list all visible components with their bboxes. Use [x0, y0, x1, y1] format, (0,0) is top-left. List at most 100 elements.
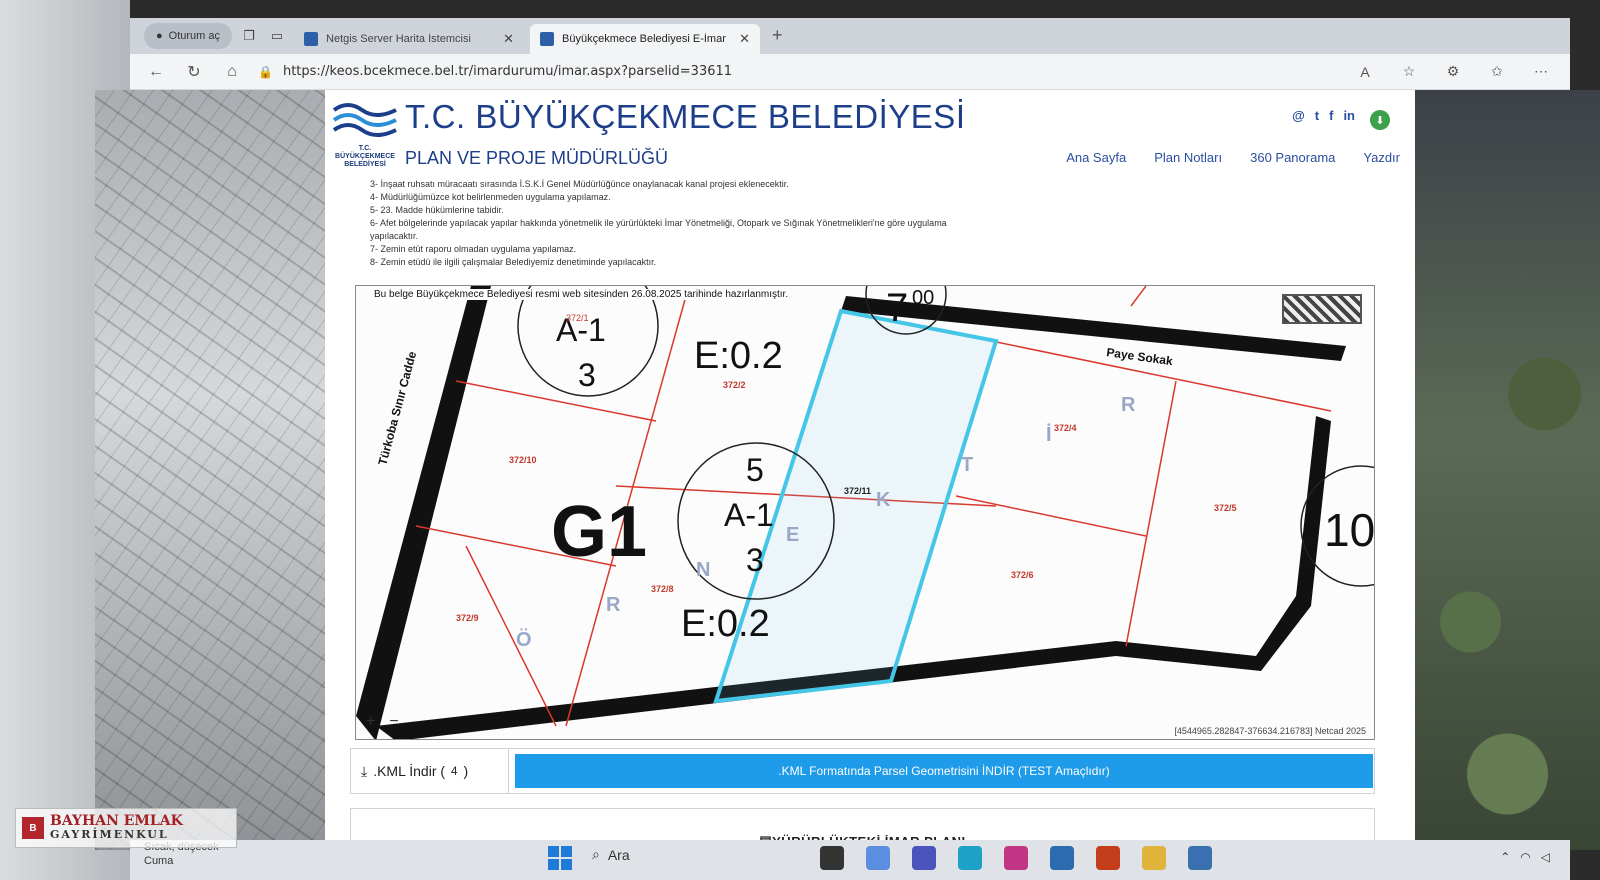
note-item: 5- 23. Madde hükümlerine tabidir. [370, 205, 504, 215]
agency-line1: BAYHAN EMLAK [50, 813, 183, 829]
favorites-icon[interactable]: ✩ [1482, 63, 1512, 80]
linkedin-icon[interactable]: in [1343, 108, 1355, 123]
lock-icon: 🔒 [258, 64, 273, 79]
edge-icon[interactable] [958, 846, 982, 870]
map-thumbnail[interactable] [1282, 294, 1362, 324]
chevron-up-icon[interactable]: ⌃ [1500, 850, 1510, 864]
task-view-icon[interactable] [820, 846, 844, 870]
favorite-star-icon[interactable]: ☆ [1394, 63, 1424, 80]
road-left [356, 286, 491, 739]
site-title: T.C. BÜYÜKÇEKMECE BELEDİYESİ [405, 98, 966, 135]
tab-actions-icon[interactable]: ▭ [266, 23, 288, 49]
eimar-favicon-icon [540, 32, 555, 46]
page: T.C. BÜYÜKÇEKMECE BELEDİYESİ T.C. BÜYÜKÇ… [325, 90, 1415, 850]
map-drawing: Türkoba Sınır Cadde Paye Sokak G1 A-1 3 … [356, 286, 1375, 739]
tab-netgis[interactable]: Netgis Server Harita İstemcisi ✕ [294, 24, 524, 54]
background-art-left [95, 90, 325, 850]
notepad-icon[interactable] [1188, 846, 1212, 870]
agency-logo-icon: B [22, 817, 44, 839]
teams-icon[interactable] [912, 846, 936, 870]
extensions-icon[interactable]: ⚙ [1438, 63, 1468, 80]
note-item: 3- İnşaat ruhsatı müracaatı sırasında İ.… [370, 179, 789, 189]
height-label: 7 [886, 286, 908, 330]
powerpoint-icon[interactable] [1096, 846, 1120, 870]
kml-download-button[interactable]: .KML Formatında Parsel Geometrisini İNDİ… [515, 754, 1373, 788]
street-letter: R [606, 594, 621, 616]
height-sup: 00 [912, 287, 934, 309]
nav-360-panorama[interactable]: 360 Panorama [1250, 150, 1335, 165]
store-icon[interactable] [1050, 846, 1074, 870]
volume-icon[interactable]: ◁ [1541, 850, 1550, 864]
copilot-icon[interactable] [866, 846, 890, 870]
taskbar: Sıcak, düşecek Cuma ⌕ Ara ⌃ ◠ ◁ [130, 840, 1570, 880]
note-item: 4- Müdürlüğümüzce kot belirlenmeden uygu… [370, 192, 611, 202]
plan-notes-list: 3- İnşaat ruhsatı müracaatı sırasında İ.… [370, 178, 990, 269]
more-icon[interactable]: ⋯ [1526, 63, 1556, 80]
map-caption: Bu belge Büyükçekmece Belediyesi resmi w… [374, 289, 789, 300]
zoom-out-button[interactable]: − [389, 713, 398, 731]
profile-button[interactable]: ● Oturum aç [144, 23, 233, 49]
agency-line2: GAYRİMENKUL [50, 828, 169, 841]
file-explorer-icon[interactable] [1142, 846, 1166, 870]
taskbar-apps [820, 846, 1212, 870]
instagram-app-icon[interactable] [1004, 846, 1028, 870]
parcel-label: 372/11 [844, 486, 871, 496]
e-coefficient-label: E:0.2 [694, 335, 783, 377]
street-top-label: Paye Sokak [1106, 345, 1174, 368]
street-letter: Ö [516, 628, 532, 651]
twitter-icon[interactable]: t [1315, 108, 1319, 123]
municipality-logo[interactable]: T.C. BÜYÜKÇEKMECE BELEDİYESİ [330, 98, 400, 168]
url-input[interactable]: 🔒 https://keos.bcekmece.bel.tr/imardurum… [258, 59, 1336, 85]
social-links: @ t f in [1292, 108, 1355, 123]
zoning-map[interactable]: Türkoba Sınır Cadde Paye Sokak G1 A-1 3 … [355, 285, 1375, 740]
read-aloud-icon[interactable]: A͏ [1350, 64, 1380, 80]
wifi-icon[interactable]: ◠ [1520, 850, 1530, 864]
refresh-icon[interactable]: ↻ [182, 62, 206, 82]
street-letter: İ [1046, 423, 1052, 446]
zone-label: G1 [551, 492, 647, 572]
back-icon[interactable]: ← [144, 63, 168, 81]
map-coordinates: [4544965.282847-376634.216783] Netcad 20… [1174, 726, 1366, 736]
kml-label-text: .KML İndir ( [373, 763, 446, 779]
taskbar-search[interactable]: ⌕ Ara [592, 846, 630, 863]
street-left-label: Türkoba Sınır Cadde [375, 349, 419, 466]
parcel-label: 372/2 [723, 380, 746, 390]
street-letter: E [786, 524, 799, 546]
close-icon[interactable]: ✕ [503, 31, 514, 47]
note-item: 8- Zemin etüdü ile ilgili çalışmalar Bel… [370, 257, 657, 267]
tab-label: Büyükçekmece Belediyesi E-İmar [562, 33, 726, 45]
new-tab-icon[interactable]: + [772, 25, 783, 46]
background-art-right [1415, 90, 1600, 850]
circle3-label: 10 [1324, 504, 1375, 556]
search-icon: ⌕ [592, 846, 600, 862]
facebook-icon[interactable]: f [1329, 108, 1333, 123]
nav-home[interactable]: Ana Sayfa [1066, 150, 1126, 165]
parcel-label: 372/10 [509, 455, 537, 465]
street-letter: R [1121, 394, 1136, 416]
tab-label: Netgis Server Harita İstemcisi [326, 33, 471, 45]
tab-eimar[interactable]: Büyükçekmece Belediyesi E-İmar ✕ [530, 24, 761, 54]
nav-plan-notes[interactable]: Plan Notları [1154, 150, 1222, 165]
workspaces-icon[interactable]: ❐ [238, 23, 260, 49]
agency-name: BAYHAN EMLAK GAYRİMENKUL [50, 813, 183, 841]
nav-print[interactable]: Yazdır [1363, 150, 1400, 165]
agency-watermark: B BAYHAN EMLAK GAYRİMENKUL [15, 808, 237, 848]
circle1-parcel-label: 372/1 [566, 313, 589, 323]
profile-label: Oturum aç [168, 30, 221, 42]
zoom-in-button[interactable]: + [366, 713, 375, 731]
start-button[interactable] [548, 846, 572, 870]
download-icon[interactable]: ⬇ [1370, 110, 1390, 130]
kml-download-link[interactable]: ⤓ .KML İndir (4) [351, 749, 509, 793]
instagram-icon[interactable]: @ [1292, 108, 1305, 123]
close-icon[interactable]: ✕ [739, 31, 750, 47]
circle2-mid-label: A-1 [724, 497, 774, 533]
top-nav: Ana Sayfa Plan Notları 360 Panorama Yazd… [1066, 150, 1400, 165]
user-icon: ● [156, 30, 163, 42]
home-icon[interactable]: ⌂ [220, 63, 244, 81]
site-header: T.C. BÜYÜKÇEKMECE BELEDİYESİ T.C. BÜYÜKÇ… [325, 90, 1415, 175]
parcel-label: 372/9 [456, 613, 479, 623]
circle2-bottom-label: 3 [746, 542, 764, 578]
street-letter: N [696, 559, 710, 581]
windows-logo-icon [548, 846, 559, 857]
url-text: https://keos.bcekmece.bel.tr/imardurumu/… [282, 64, 733, 79]
